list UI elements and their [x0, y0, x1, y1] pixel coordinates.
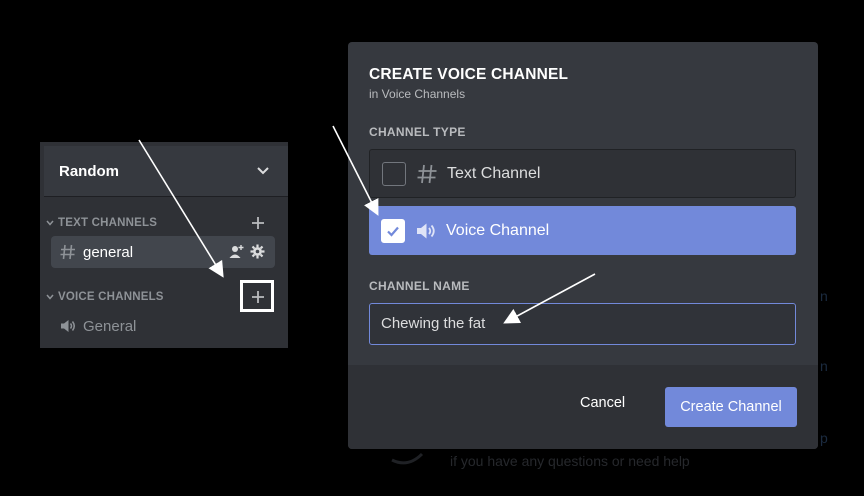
voice-channel-checkbox[interactable]: [381, 218, 405, 243]
category-label: TEXT CHANNELS: [58, 217, 158, 229]
cancel-button[interactable]: Cancel: [580, 395, 625, 411]
background-link-fragment-3: p: [820, 430, 828, 446]
caret-down-icon: [46, 220, 54, 226]
channel-sidebar: Random TEXT CHANNELS general VOICE CHANN…: [40, 142, 288, 348]
background-link-fragment-1: n: [820, 288, 828, 304]
gear-icon[interactable]: [250, 244, 265, 259]
channel-item-general[interactable]: general: [51, 236, 275, 268]
speaker-icon: [417, 223, 435, 238]
channel-type-text-option[interactable]: Text Channel: [369, 149, 796, 198]
channel-name-input[interactable]: Chewing the fat: [369, 303, 796, 345]
chevron-down-icon[interactable]: [256, 164, 270, 178]
speaker-icon: [61, 320, 75, 332]
category-voice-channels[interactable]: VOICE CHANNELS: [46, 291, 164, 303]
modal-title: CREATE VOICE CHANNEL: [369, 66, 569, 83]
category-text-channels[interactable]: TEXT CHANNELS: [46, 217, 157, 229]
text-channel-label: Text Channel: [447, 164, 541, 182]
server-header[interactable]: Random: [44, 146, 288, 196]
checkmark-icon: [387, 226, 399, 237]
modal-subtitle: in Voice Channels: [369, 87, 466, 101]
background-link-fragment-2: n: [820, 358, 828, 374]
create-channel-modal: CREATE VOICE CHANNEL in Voice Channels C…: [348, 42, 818, 449]
server-name: Random: [59, 163, 119, 180]
add-text-channel-icon[interactable]: [251, 216, 265, 230]
annotation-highlight-box: [240, 280, 274, 312]
channel-name-label: CHANNEL NAME: [369, 279, 470, 293]
channel-type-label: CHANNEL TYPE: [369, 125, 466, 139]
channel-item-voice-general[interactable]: General: [51, 310, 275, 342]
channel-type-voice-option[interactable]: Voice Channel: [369, 206, 796, 255]
channel-name: General: [83, 317, 137, 335]
hash-icon: [417, 164, 437, 183]
modal-footer: Cancel Create Channel: [348, 365, 818, 449]
hash-icon: [60, 244, 75, 260]
category-label: VOICE CHANNELS: [58, 291, 164, 303]
caret-down-icon: [46, 294, 54, 300]
voice-channel-label: Voice Channel: [446, 221, 550, 239]
background-help-text: if you have any questions or need help: [450, 453, 690, 469]
channel-name: general: [83, 243, 134, 261]
invite-user-icon[interactable]: [229, 244, 244, 259]
create-channel-button[interactable]: Create Channel: [665, 387, 797, 427]
text-channel-checkbox[interactable]: [382, 161, 406, 186]
